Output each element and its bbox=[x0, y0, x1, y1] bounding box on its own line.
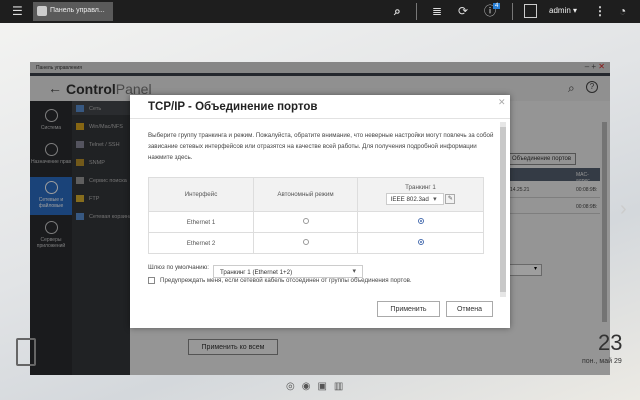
scrollbar[interactable] bbox=[500, 122, 506, 297]
notification-badge: 4 bbox=[493, 3, 501, 9]
trunk-mode-select[interactable]: IEEE 802.3ad bbox=[385, 193, 444, 205]
clock-time: 23 bbox=[598, 330, 623, 355]
column-header: Интерфейс bbox=[148, 177, 254, 212]
top-bar: ☰ Панель управл... ⌕ ≣ ⟳ ⓘ 4 admin ▾ ⋮ ◔ bbox=[0, 0, 640, 23]
user-icon[interactable] bbox=[524, 4, 537, 18]
standalone-radio[interactable] bbox=[302, 239, 309, 245]
table-row: Ethernet 1 bbox=[148, 211, 484, 233]
divider bbox=[512, 3, 513, 20]
dock-icon[interactable]: ▣ bbox=[317, 381, 333, 392]
edit-icon[interactable]: ✎ bbox=[445, 194, 456, 205]
gateway-label: Шлюз по умолчанию: bbox=[148, 264, 209, 271]
divider bbox=[416, 3, 417, 20]
username: admin bbox=[549, 6, 571, 15]
taskbar-tab-control-panel[interactable]: Панель управл... bbox=[33, 2, 113, 21]
warn-checkbox[interactable] bbox=[148, 277, 155, 284]
table-row: Ethernet 2 bbox=[148, 232, 484, 254]
dashboard-icon[interactable]: ◔ bbox=[619, 4, 626, 18]
tab-label: Панель управл... bbox=[50, 7, 105, 14]
interface-name: Ethernet 2 bbox=[148, 232, 254, 254]
standalone-radio[interactable] bbox=[302, 218, 309, 224]
trunk-radio[interactable] bbox=[417, 239, 424, 245]
table-header-row: Интерфейс Автономный режим Транкинг 1 IE… bbox=[148, 177, 484, 212]
dock-icon[interactable]: ▥ bbox=[334, 381, 350, 392]
warn-label: Предупреждать меня, если сетевой кабель … bbox=[160, 277, 412, 284]
more-icon[interactable]: ⋮ bbox=[594, 4, 606, 18]
divider bbox=[130, 118, 510, 119]
trunk-radio[interactable] bbox=[417, 218, 424, 224]
column-header: Транкинг 1 bbox=[405, 184, 436, 191]
dock: ◎◉▣▥ bbox=[286, 381, 350, 392]
dialog-description: Выберите группу транкинга и режим. Пожал… bbox=[148, 132, 494, 161]
menu-icon[interactable]: ☰ bbox=[12, 4, 23, 18]
sync-icon[interactable]: ⟳ bbox=[458, 4, 468, 18]
interface-table: Интерфейс Автономный режим Транкинг 1 IE… bbox=[148, 177, 484, 254]
interface-name: Ethernet 1 bbox=[148, 211, 254, 233]
chevron-right-icon[interactable]: › bbox=[620, 198, 627, 221]
trunk-mode-value: IEEE 802.3ad bbox=[390, 196, 429, 203]
cancel-button[interactable]: Отмена bbox=[446, 301, 493, 317]
gateway-value: Транкинг 1 (Ethernet 1+2) bbox=[220, 269, 293, 276]
apply-button[interactable]: Применить bbox=[377, 301, 440, 317]
close-icon[interactable]: ✕ bbox=[498, 97, 506, 108]
tasks-icon[interactable]: ≣ bbox=[432, 4, 442, 18]
column-header: Автономный режим bbox=[253, 177, 358, 212]
column-header-trunk: Транкинг 1 IEEE 802.3ad ✎ bbox=[357, 177, 484, 212]
user-menu[interactable]: admin ▾ bbox=[549, 6, 577, 15]
gear-icon bbox=[37, 6, 47, 16]
dock-icon[interactable]: ◉ bbox=[302, 381, 318, 392]
search-icon[interactable]: ⌕ bbox=[394, 4, 401, 18]
trash-icon[interactable] bbox=[16, 338, 36, 366]
dock-icon[interactable]: ◎ bbox=[286, 381, 302, 392]
dialog-title: TCP/IP - Объединение портов bbox=[148, 101, 318, 113]
port-trunking-dialog: TCP/IP - Объединение портов ✕ Выберите г… bbox=[130, 95, 510, 328]
clock-date: пон., май 29 bbox=[582, 358, 622, 365]
